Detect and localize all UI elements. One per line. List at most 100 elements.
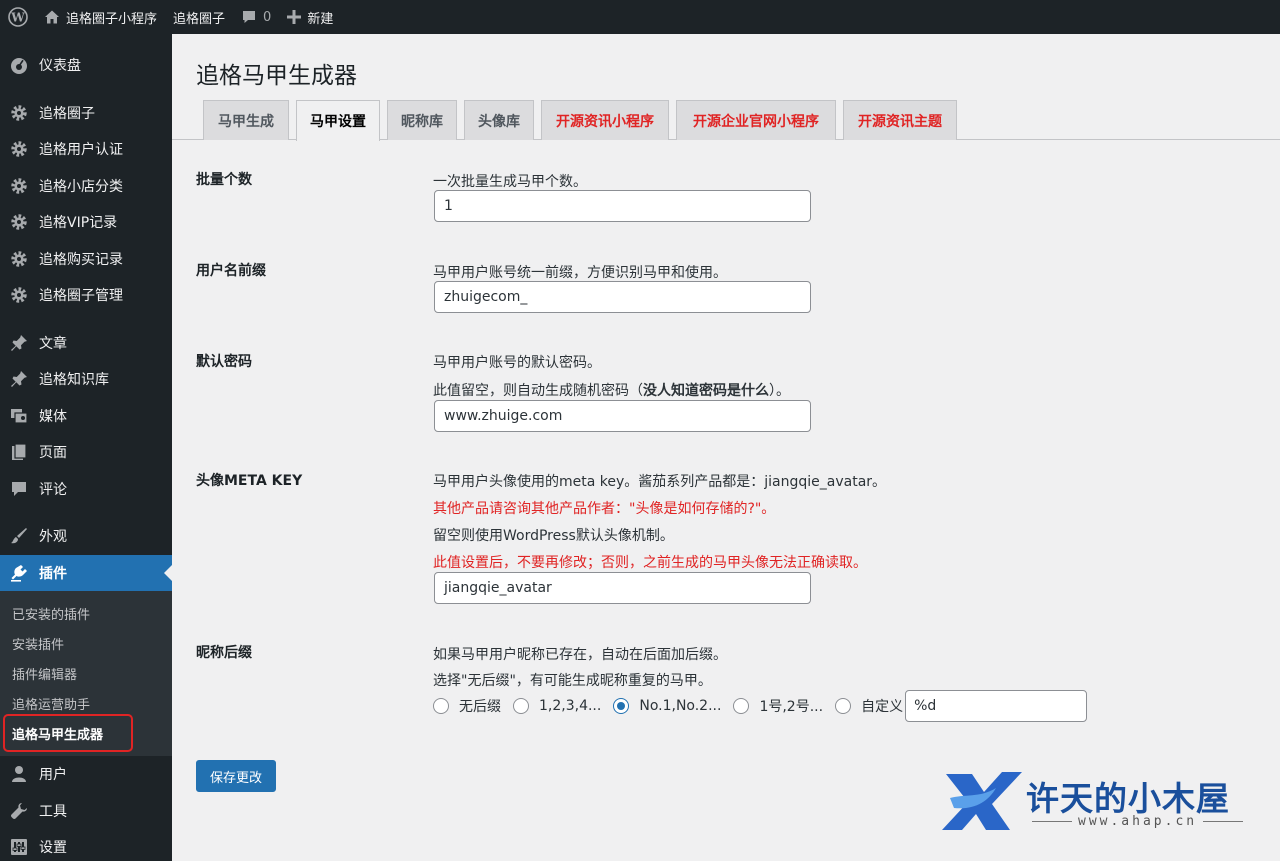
menu-label: 外观 [39, 529, 67, 546]
menu-pages[interactable]: 页面 [0, 434, 172, 471]
batch-count-desc: 一次批量生成马甲个数。 [433, 174, 587, 190]
menu-shop-category[interactable]: 追格小店分类 [0, 168, 172, 205]
nickname-suffix-desc: 如果马甲用户昵称已存在，自动在后面加后缀。 [433, 647, 727, 663]
suffix-option-custom[interactable]: 自定义 [835, 696, 903, 716]
page-icon [9, 442, 29, 462]
submenu-label: 已安装的插件 [12, 607, 91, 623]
username-prefix-input[interactable]: zhuigecom_ [434, 281, 811, 313]
suffix-option-hao[interactable]: 1号,2号... [733, 696, 823, 716]
radio-button[interactable] [733, 698, 750, 714]
submenu-label: 追格运营助手 [12, 697, 91, 713]
site-name: 追格圈子小程序 [66, 11, 158, 27]
tab-label: 开源资讯小程序 [556, 113, 654, 130]
submenu-vest-generator[interactable]: 追格马甲生成器 [0, 714, 172, 752]
tab-nickname-library[interactable]: 昵称库 [387, 100, 457, 140]
menu-dashboard[interactable]: 仪表盘 [0, 47, 172, 84]
plugin-icon [9, 563, 29, 583]
menu-media[interactable]: 媒体 [0, 398, 172, 435]
password-note-pre: 此值留空，则自动生成随机密码（ [433, 383, 643, 399]
tab-label: 马甲设置 [310, 114, 366, 130]
nickname-suffix-note: 选择"无后缀"，有可能生成昵称重复的马甲。 [433, 673, 712, 689]
menu-user-auth[interactable]: 追格用户认证 [0, 131, 172, 168]
menu-appearance[interactable]: 外观 [0, 518, 172, 555]
tab-vest-generate[interactable]: 马甲生成 [203, 100, 289, 140]
wrench-icon [9, 801, 29, 821]
page-title: 追格马甲生成器 [196, 63, 357, 89]
tab-open-news-theme[interactable]: 开源资讯主题 [843, 100, 957, 140]
radio-button[interactable] [513, 698, 529, 714]
gear-icon [9, 285, 29, 305]
default-password-input[interactable]: www.zhuige.com [434, 400, 811, 432]
menu-label: 追格VIP记录 [39, 215, 118, 232]
menu-label: 追格知识库 [39, 372, 109, 389]
tab-open-news-miniprogram[interactable]: 开源资讯小程序 [541, 100, 669, 140]
plugins-submenu: 已安装的插件 安装插件 插件编辑器 追格运营助手 追格马甲生成器 [0, 591, 172, 756]
radio-label: 1,2,3,4... [539, 698, 602, 714]
radio-button-checked[interactable] [613, 698, 630, 714]
radio-button[interactable] [433, 698, 449, 714]
watermark-url: www.ahap.cn [1026, 814, 1249, 829]
radio-button[interactable] [835, 698, 852, 714]
menu-tools[interactable]: 工具 [0, 793, 172, 830]
menu-comments[interactable]: 评论 [0, 471, 172, 508]
tab-open-enterprise-miniprogram[interactable]: 开源企业官网小程序 [676, 100, 836, 140]
avatar-meta-key-note: 留空则使用WordPress默认头像机制。 [433, 528, 674, 544]
menu-zhuige-circle[interactable]: 追格圈子 [0, 95, 172, 132]
nav-tabs: 马甲生成 马甲设置 昵称库 头像库 开源资讯小程序 开源企业官网小程序 开源资讯… [172, 100, 1280, 141]
avatar-meta-key-warning: 其他产品请咨询其他产品作者："头像是如何存储的?"。 [433, 501, 776, 517]
menu-label: 追格小店分类 [39, 178, 123, 195]
wordpress-logo-icon[interactable]: W [0, 0, 36, 34]
comments-link[interactable]: 0 [233, 0, 279, 34]
tab-label: 头像库 [478, 113, 520, 130]
media-icon [9, 406, 29, 426]
menu-label: 追格购买记录 [39, 251, 123, 268]
pin-icon [9, 333, 29, 353]
dashboard-icon [9, 55, 29, 75]
tab-vest-settings[interactable]: 马甲设置 [296, 100, 380, 141]
save-changes-button[interactable]: 保存更改 [196, 760, 276, 792]
plus-icon [287, 10, 302, 24]
new-label: 新建 [307, 11, 334, 27]
default-password-label: 默认密码 [196, 354, 252, 370]
circle-link[interactable]: 追格圈子 [165, 0, 233, 34]
avatar-meta-key-label: 头像META KEY [196, 473, 303, 489]
custom-suffix-input[interactable]: %d [905, 690, 1088, 722]
password-note-post: ）。 [769, 383, 790, 399]
menu-users[interactable]: 用户 [0, 756, 172, 793]
suffix-option-none[interactable]: 无后缀 [433, 696, 501, 716]
avatar-meta-key-input[interactable]: jiangqie_avatar [434, 572, 811, 604]
menu-knowledge-base[interactable]: 追格知识库 [0, 361, 172, 398]
menu-circle-manage[interactable]: 追格圈子管理 [0, 277, 172, 314]
menu-plugins[interactable]: 插件 [0, 554, 172, 591]
new-content-link[interactable]: 新建 [279, 0, 341, 34]
menu-label: 媒体 [39, 408, 67, 425]
submenu-label: 安装插件 [12, 637, 65, 653]
menu-settings[interactable]: 设置 [0, 829, 172, 861]
site-name-link[interactable]: 追格圈子小程序 [36, 0, 165, 34]
home-icon [44, 9, 60, 25]
submenu-plugin-editor[interactable]: 插件编辑器 [0, 658, 172, 688]
menu-label: 工具 [39, 803, 67, 820]
radio-label: 自定义 [861, 699, 904, 715]
menu-label: 页面 [39, 445, 67, 462]
menu-label: 插件 [39, 565, 67, 582]
tab-avatar-library[interactable]: 头像库 [464, 100, 534, 140]
watermark-title: 许天的小木屋 [1026, 779, 1230, 818]
menu-posts[interactable]: 文章 [0, 325, 172, 362]
main-content: 追格马甲生成器 马甲生成 马甲设置 昵称库 头像库 开源资讯小程序 开源企业官网… [172, 34, 1280, 861]
suffix-option-numbers[interactable]: 1,2,3,4... [513, 698, 601, 714]
admin-bar: W 追格圈子小程序 追格圈子 0 新建 [0, 0, 1280, 34]
menu-label: 设置 [39, 840, 67, 857]
batch-count-input[interactable]: 1 [434, 190, 811, 222]
menu-purchase-records[interactable]: 追格购买记录 [0, 241, 172, 278]
submenu-add-plugins[interactable]: 安装插件 [0, 628, 172, 658]
menu-vip-records[interactable]: 追格VIP记录 [0, 204, 172, 241]
submenu-label: 插件编辑器 [12, 667, 78, 683]
menu-label: 仪表盘 [39, 58, 81, 75]
highlight-box [3, 714, 133, 752]
suffix-option-no[interactable]: No.1,No.2... [613, 698, 721, 714]
submenu-installed-plugins[interactable]: 已安装的插件 [0, 598, 172, 628]
radio-label: 无后缀 [459, 699, 501, 715]
username-prefix-label: 用户名前缀 [196, 263, 266, 279]
avatar-meta-key-desc: 马甲用户头像使用的meta key。酱茄系列产品都是：jiangqie_avat… [433, 474, 887, 490]
